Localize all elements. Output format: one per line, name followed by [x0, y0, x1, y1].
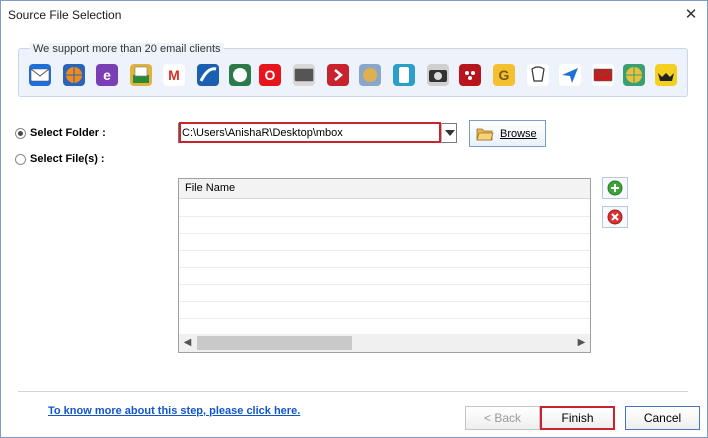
mulberry-icon [654, 63, 678, 87]
footer-divider [18, 391, 688, 392]
spicebird-icon [292, 63, 316, 87]
browse-button[interactable]: Browse [469, 120, 546, 147]
dialog-title: Source File Selection [8, 8, 122, 22]
opera-mail-icon: O [258, 63, 282, 87]
open-folder-icon [476, 128, 494, 140]
scroll-right-icon[interactable]: ▶ [573, 334, 590, 352]
seamonkey-icon [228, 63, 252, 87]
grid-row-line [179, 233, 590, 234]
file-name-column-header[interactable]: File Name [185, 182, 235, 194]
powermail-icon [558, 63, 582, 87]
grid-row-line [179, 318, 590, 319]
select-folder-option[interactable]: Select Folder : [15, 125, 106, 141]
mutt-icon [526, 63, 550, 87]
svg-text:M: M [168, 67, 180, 83]
select-files-option[interactable]: Select File(s) : [15, 151, 105, 167]
thunderbird-icon [62, 63, 86, 87]
select-files-radio[interactable] [15, 153, 26, 165]
remove-file-button[interactable] [602, 206, 628, 228]
grid-row-line [179, 301, 590, 302]
windows-mail-icon [28, 63, 52, 87]
netscape-icon [392, 63, 416, 87]
grid-row-line [179, 284, 590, 285]
postbox-icon [196, 63, 220, 87]
back-button[interactable]: < Back [465, 406, 540, 430]
scroll-thumb[interactable] [197, 336, 352, 350]
title-bar: Source File Selection ✕ [1, 1, 707, 29]
mail-envelope-icon [622, 63, 646, 87]
path-highlight-box [179, 122, 441, 143]
grid-row-line [179, 216, 590, 217]
entourage-icon: e [95, 63, 119, 87]
file-list-grid[interactable]: File Name ◀ ▶ [178, 178, 591, 353]
remove-icon [607, 209, 623, 225]
svg-text:e: e [103, 67, 111, 83]
add-file-button[interactable] [602, 177, 628, 199]
help-link[interactable]: To know more about this step, please cli… [48, 405, 300, 417]
grid-header: File Name [179, 179, 590, 199]
gnu-mail-icon: G [492, 63, 516, 87]
svg-text:G: G [499, 67, 510, 83]
eudora-icon [426, 63, 450, 87]
scroll-left-icon[interactable]: ◀ [179, 334, 196, 352]
select-folder-radio[interactable] [15, 127, 26, 139]
close-icon[interactable]: ✕ [681, 5, 701, 25]
cancel-button[interactable]: Cancel [625, 406, 700, 430]
evolution-icon [358, 63, 382, 87]
mail-folder-icon [129, 63, 153, 87]
email-clients-caption: We support more than 20 email clients [30, 43, 224, 55]
plus-icon [607, 180, 623, 196]
claws-mail-icon [326, 63, 350, 87]
pocomail-icon [591, 63, 615, 87]
grid-row-line [179, 250, 590, 251]
horizontal-scrollbar[interactable]: ◀ ▶ [179, 334, 590, 352]
browse-label: Browse [500, 127, 537, 140]
grid-row-line [179, 267, 590, 268]
gmail-icon: M [162, 63, 186, 87]
chevron-down-icon[interactable] [441, 123, 457, 143]
finish-button[interactable]: Finish [540, 406, 615, 430]
select-files-label: Select File(s) : [30, 153, 105, 165]
sylpheed-icon [458, 63, 482, 87]
svg-text:O: O [265, 67, 276, 83]
select-folder-label: Select Folder : [30, 127, 106, 139]
